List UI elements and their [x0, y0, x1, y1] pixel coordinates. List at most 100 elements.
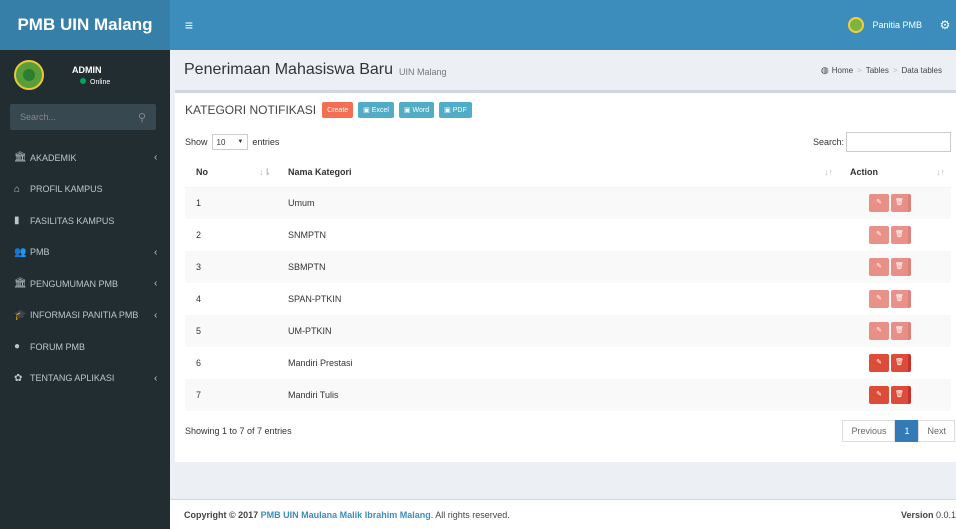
column-header-no[interactable]: No ↓⇂: [185, 157, 277, 188]
pagination: Previous 1 Next: [842, 420, 955, 442]
sidebar-item-label: PMB: [30, 247, 50, 258]
sidebar-item-forum-pmb[interactable]: ● FORUM PMB: [0, 331, 170, 363]
institution-icon: 🏛: [14, 152, 27, 164]
edit-icon[interactable]: ✎: [869, 322, 889, 340]
page-1-button[interactable]: 1: [895, 420, 919, 442]
cell-nama-kategori: SBMPTN: [277, 251, 839, 283]
cell-action: ✎ 🗑: [839, 219, 951, 251]
breadcrumb-home[interactable]: Home: [832, 66, 853, 75]
cell-no: 4: [185, 283, 277, 315]
sidebar-item-label: INFORMASI PANITIA PMB: [30, 310, 139, 321]
cog-icon: ✿: [14, 372, 23, 384]
avatar: [14, 60, 44, 90]
cell-no: 3: [185, 251, 277, 283]
sidebar-toggle-icon[interactable]: ≡: [174, 0, 204, 50]
cell-action: ✎ 🗑: [839, 379, 951, 411]
trash-icon[interactable]: 🗑: [891, 322, 911, 340]
file-word-icon: ▣: [403, 107, 411, 114]
sidebar-search-input[interactable]: Search... ⚲: [10, 104, 156, 130]
table-row: 6 Mandiri Prestasi ✎ 🗑: [185, 347, 951, 379]
table-row: 1 Umum ✎ 🗑: [185, 187, 951, 219]
sidebar-item-fasilitas-kampus[interactable]: ▮ FASILITAS KAMPUS: [0, 205, 170, 237]
file-pdf-icon: ▣: [444, 107, 451, 114]
sort-asc-icon: ↓⇂: [258, 167, 271, 177]
table-search-input[interactable]: [846, 132, 951, 152]
cell-nama-kategori: SPAN-PTKIN: [277, 283, 839, 315]
cell-no: 7: [185, 379, 277, 411]
column-header-nama-kategori[interactable]: Nama Kategori ↓↑: [277, 157, 839, 188]
trash-icon[interactable]: 🗑: [891, 386, 911, 404]
column-header-action[interactable]: Action ↓↑: [839, 157, 951, 188]
export-word-button[interactable]: ▣ Word: [398, 102, 435, 118]
data-table: No ↓⇂ Nama Kategori ↓↑ Action ↓↑ 1 Umum ✎ 🗑 2 SN…: [185, 157, 951, 411]
sidebar-item-informasi-panitia-pmb[interactable]: 🎓 INFORMASI PANITIA PMB ‹: [0, 300, 170, 332]
previous-page-button[interactable]: Previous: [842, 420, 896, 442]
cell-nama-kategori: Mandiri Prestasi: [277, 347, 839, 379]
trash-icon[interactable]: 🗑: [891, 194, 911, 213]
gear-icon[interactable]: ⚙: [934, 18, 956, 32]
edit-icon[interactable]: ✎: [869, 354, 889, 372]
box-title: KATEGORI NOTIFIKASI: [185, 103, 317, 117]
table-row: 7 Mandiri Tulis ✎ 🗑: [185, 379, 951, 411]
file-excel-icon: ▣: [363, 107, 370, 114]
edit-icon[interactable]: ✎: [869, 386, 889, 404]
trash-icon[interactable]: 🗑: [891, 290, 911, 308]
user-name: ADMIN: [72, 64, 102, 75]
sidebar-item-akademik[interactable]: 🏛 AKADEMIK ‹: [0, 142, 170, 174]
page-footer: Copyright © 2017 PMB UIN Maulana Malik I…: [170, 499, 956, 529]
avatar: [848, 17, 865, 33]
entries-select[interactable]: 10 ▼: [211, 134, 249, 150]
edit-icon[interactable]: ✎: [869, 258, 889, 276]
edit-icon[interactable]: ✎: [869, 226, 889, 244]
version-value: 0.0.1: [935, 509, 956, 520]
table-row: 2 SNMPTN ✎ 🗑: [185, 219, 951, 251]
org-link[interactable]: PMB UIN Maulana Malik Ibrahim Malang: [261, 510, 431, 520]
cell-no: 2: [185, 219, 277, 251]
sidebar-item-label: FORUM PMB: [30, 341, 85, 352]
trash-icon[interactable]: 🗑: [891, 258, 911, 276]
export-excel-button[interactable]: ▣ Excel: [358, 102, 394, 118]
export-pdf-button[interactable]: ▣ PDF: [439, 102, 472, 118]
edit-icon[interactable]: ✎: [869, 194, 889, 213]
page-title: Penerimaan Mahasiswa Baru: [184, 61, 393, 78]
sidebar-item-pmb[interactable]: 👥 PMB ‹: [0, 237, 170, 269]
sidebar-item-profil-kampus[interactable]: ⌂ PROFIL KAMPUS: [0, 174, 170, 206]
user-status-label: Online: [90, 78, 111, 86]
sidebar-item-pengumuman-pmb[interactable]: 🏛 PENGUMUMAN PMB ‹: [0, 268, 170, 300]
column-header-no-label: No: [196, 166, 208, 177]
table-row: 4 SPAN-PTKIN ✎ 🗑: [185, 283, 951, 315]
institution-icon: 🏛: [14, 278, 27, 290]
user-menu[interactable]: Panitia PMB: [836, 0, 934, 50]
brand-logo[interactable]: PMB UIN Malang: [0, 0, 170, 50]
sidebar-item-label: AKADEMIK: [30, 152, 77, 163]
sidebar-item-tentang-aplikasi[interactable]: ✿ TENTANG APLIKASI ‹: [0, 363, 170, 395]
cell-nama-kategori: SNMPTN: [277, 219, 839, 251]
table-controls: Show 10 ▼ entries Search:: [175, 127, 956, 157]
user-plus-icon: 👥: [14, 246, 27, 258]
column-header-nama-label: Nama Kategori: [288, 166, 352, 177]
trash-icon[interactable]: 🗑: [891, 354, 911, 372]
sort-icon: ↓↑: [824, 167, 833, 177]
export-excel-label: Excel: [371, 106, 389, 114]
data-box: KATEGORI NOTIFIKASI Create ▣ Excel ▣ Word …: [175, 90, 956, 462]
cell-nama-kategori: Umum: [277, 187, 839, 219]
dashboard-icon: ◍: [820, 64, 829, 75]
cell-action: ✎ 🗑: [839, 187, 951, 219]
breadcrumb-tables[interactable]: Tables: [866, 66, 889, 75]
cell-action: ✎ 🗑: [839, 251, 951, 283]
book-icon: ▮: [14, 215, 20, 227]
rights-text: . All rights reserved.: [430, 509, 510, 520]
user-panel: ADMIN Online: [0, 50, 170, 100]
page-subtitle: UIN Malang: [399, 67, 447, 77]
user-status: Online: [80, 77, 111, 86]
create-button[interactable]: Create: [322, 102, 354, 118]
search-icon[interactable]: ⚲: [138, 111, 146, 124]
sidebar-item-label: FASILITAS KAMPUS: [30, 215, 115, 226]
version-info: Version 0.0.1: [901, 510, 956, 520]
cell-no: 1: [185, 187, 277, 219]
trash-icon[interactable]: 🗑: [891, 226, 911, 244]
edit-icon[interactable]: ✎: [869, 290, 889, 308]
column-header-action-label: Action: [850, 166, 878, 177]
search-placeholder: Search...: [20, 112, 57, 122]
next-page-button[interactable]: Next: [918, 420, 955, 442]
